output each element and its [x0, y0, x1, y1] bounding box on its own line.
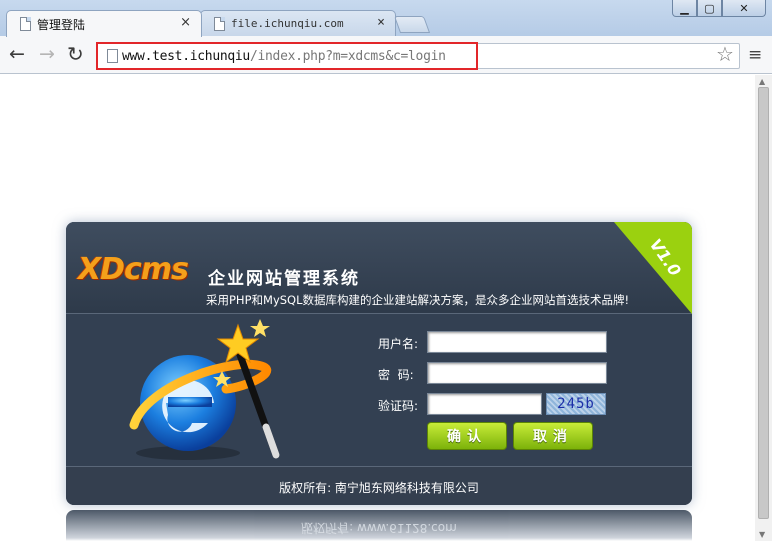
maximize-button[interactable]: ▢ — [697, 0, 722, 17]
password-label: 密 码: — [378, 368, 414, 382]
bookmark-star-icon[interactable]: ☆ — [716, 42, 734, 66]
new-tab-button[interactable] — [393, 16, 431, 33]
confirm-button[interactable]: 确认 — [427, 422, 507, 450]
slogan: 采用PHP和MySQL数据库构建的企业建站解决方案，是众多企业网站首选技术品牌! — [206, 293, 630, 307]
ie-magic-wand-icon — [129, 319, 280, 460]
scroll-thumb[interactable] — [758, 87, 769, 519]
captcha-image[interactable]: 245b — [546, 393, 606, 415]
login-footer: 版权所有: 南宁旭东网络科技有限公司 — [66, 466, 692, 505]
login-body: 用户名: 密 码: 验证码: 245b 确认 取消 — [66, 315, 692, 465]
window-controls: ▁ ▢ ✕ — [672, 0, 766, 17]
url-highlight-box — [96, 42, 478, 70]
reflection-text: 版权所有: www.61128.com — [301, 521, 457, 535]
tab-title: 管理登陆 — [37, 17, 86, 32]
page-icon — [214, 17, 225, 31]
tab-strip: 管理登陆 × file.ichunqiu.com × ▁ ▢ ✕ — [0, 0, 772, 37]
tab-close-icon[interactable]: × — [180, 15, 191, 30]
username-label: 用户名: — [378, 337, 419, 351]
vertical-scrollbar[interactable]: ▲ ▼ — [755, 75, 772, 541]
page-icon — [20, 17, 31, 31]
close-window-button[interactable]: ✕ — [722, 0, 766, 17]
minimize-button[interactable]: ▁ — [672, 0, 697, 17]
tab-title: file.ichunqiu.com — [231, 17, 344, 30]
xdcms-logo: XDcms — [78, 252, 189, 287]
copyright-text: 版权所有: 南宁旭东网络科技有限公司 — [279, 481, 479, 495]
captcha-label: 验证码: — [378, 399, 419, 413]
reload-icon[interactable]: ↻ — [67, 42, 84, 66]
menu-icon[interactable]: ≡ — [748, 45, 762, 65]
scroll-down-icon[interactable]: ▼ — [759, 530, 765, 539]
back-arrow-icon[interactable]: ← — [9, 43, 25, 65]
panel-reflection: 版权所有: www.61128.com — [66, 510, 692, 541]
tab-admin-login[interactable]: 管理登陆 × — [6, 10, 202, 37]
tab-file-ichunqiu[interactable]: file.ichunqiu.com × — [200, 10, 396, 36]
login-panel: XDcms 企业网站管理系统 采用PHP和MySQL数据库构建的企业建站解决方案… — [66, 222, 692, 505]
login-header: XDcms 企业网站管理系统 采用PHP和MySQL数据库构建的企业建站解决方案… — [66, 222, 692, 314]
username-input[interactable] — [427, 331, 607, 353]
tab-close-icon[interactable]: × — [377, 15, 385, 30]
captcha-input[interactable] — [427, 393, 542, 415]
scroll-up-icon[interactable]: ▲ — [759, 77, 765, 86]
version-ribbon: V1.0 — [614, 222, 692, 314]
browser-toolbar: ← → ↻ www.test.ichunqiu/index.php?m=xdcm… — [0, 36, 772, 74]
logo-subtitle: 企业网站管理系统 — [208, 269, 360, 289]
forward-arrow-icon[interactable]: → — [39, 43, 55, 65]
cancel-button[interactable]: 取消 — [513, 422, 593, 450]
password-input[interactable] — [427, 362, 607, 384]
